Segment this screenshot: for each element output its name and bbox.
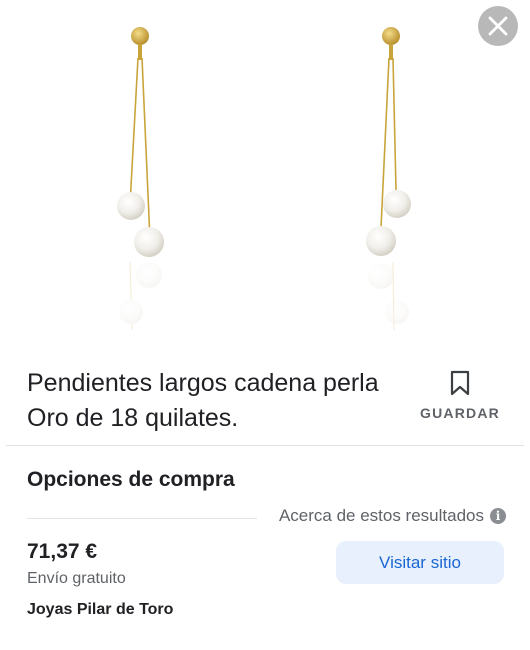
left-earring — [117, 27, 164, 257]
product-title: Pendientes largos cadena perla Oro de 18… — [27, 369, 379, 432]
right-earring — [366, 27, 411, 256]
about-results-link[interactable]: Acerca de estos resultados i — [279, 506, 506, 526]
shipping-info: Envío gratuito — [27, 570, 126, 587]
earrings-image — [117, 27, 411, 331]
price: 71,37 € — [27, 540, 98, 563]
close-button[interactable] — [478, 6, 518, 46]
product-image[interactable] — [0, 0, 530, 350]
visit-site-button[interactable]: Visitar sitio — [336, 541, 504, 584]
save-button[interactable]: GUARDAR — [418, 370, 502, 421]
divider — [6, 445, 524, 446]
purchase-options-title: Opciones de compra — [27, 468, 235, 491]
about-results-label: Acerca de estos resultados — [278, 506, 484, 525]
info-icon: i — [490, 508, 506, 524]
close-icon — [488, 16, 508, 36]
save-label: GUARDAR — [420, 405, 500, 421]
seller-name: Joyas Pilar de Toro — [27, 601, 174, 618]
bookmark-icon — [450, 370, 470, 396]
separator-line — [27, 518, 257, 519]
